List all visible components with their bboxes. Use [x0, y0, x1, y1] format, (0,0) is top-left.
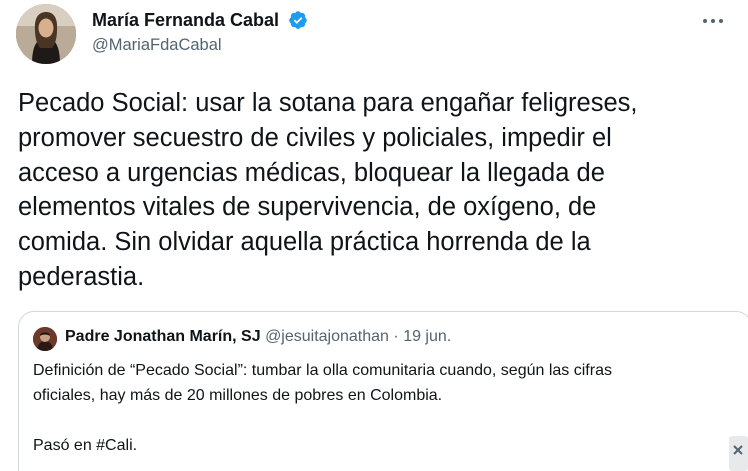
- quoted-author-handle[interactable]: @jesuitajonathan: [265, 328, 389, 345]
- author-name[interactable]: María Fernanda Cabal: [92, 10, 279, 31]
- author-avatar[interactable]: [16, 4, 76, 64]
- quoted-tweet[interactable]: Padre Jonathan Marín, SJ @jesuitajonatha…: [18, 311, 748, 471]
- partial-corner-icon: [729, 436, 748, 471]
- verified-badge-icon: [289, 11, 307, 29]
- quoted-tweet-header: Padre Jonathan Marín, SJ @jesuitajonatha…: [65, 328, 451, 346]
- more-options-icon[interactable]: [700, 10, 726, 32]
- quoted-date[interactable]: 19 jun.: [403, 328, 451, 345]
- quoted-author-avatar[interactable]: [33, 327, 57, 351]
- tweet: María Fernanda Cabal @MariaFdaCabal Peca…: [0, 0, 748, 471]
- quoted-author-name[interactable]: Padre Jonathan Marín, SJ: [65, 328, 261, 345]
- quoted-tweet-text: Definición de “Pecado Social”: tumbar la…: [33, 362, 612, 454]
- tweet-text: Pecado Social: usar la sotana para engañ…: [18, 89, 638, 291]
- quoted-separator: ·: [393, 328, 399, 345]
- author-handle[interactable]: @MariaFdaCabal: [92, 36, 222, 55]
